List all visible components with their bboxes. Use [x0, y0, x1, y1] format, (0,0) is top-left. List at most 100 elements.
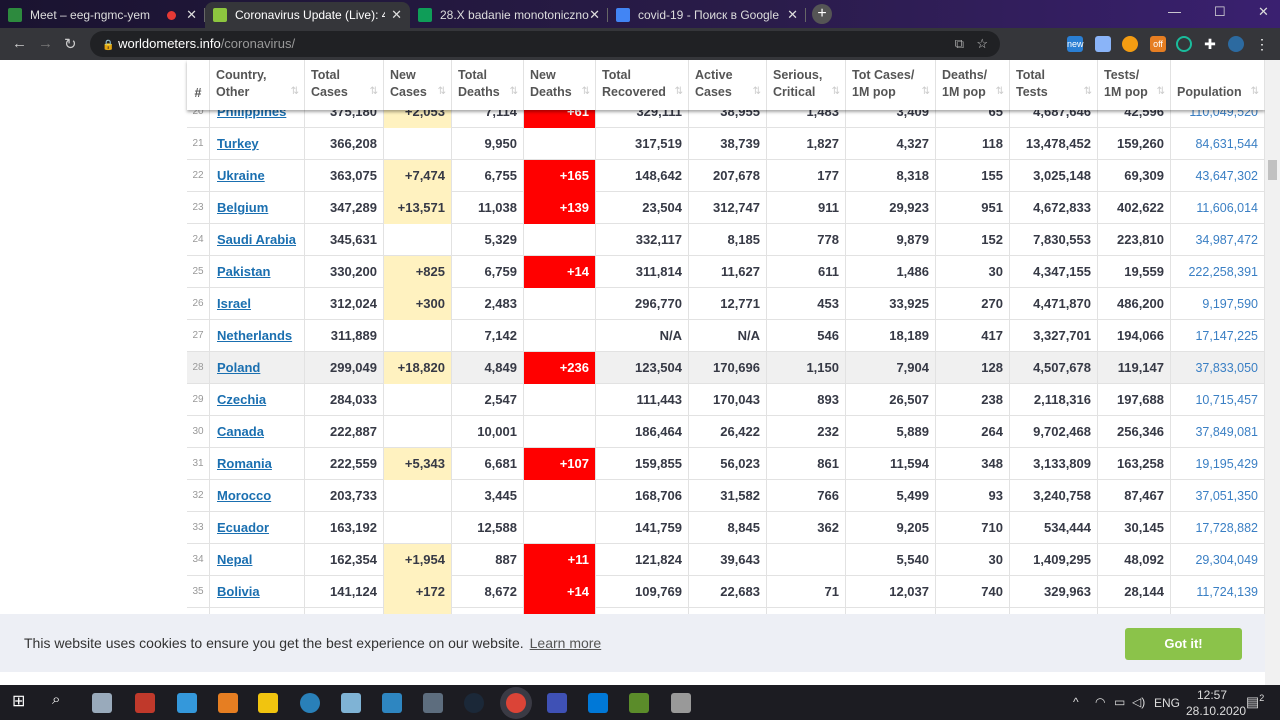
- notifications-icon[interactable]: ▤2: [1246, 693, 1264, 711]
- start-icon[interactable]: ⊞: [12, 691, 32, 711]
- maximize-button[interactable]: ☐: [1214, 4, 1226, 20]
- back-icon[interactable]: ←: [12, 35, 27, 52]
- wifi-icon[interactable]: ◠: [1095, 695, 1105, 709]
- new-tab-button[interactable]: +: [812, 4, 832, 24]
- country-cell[interactable]: Bolivia: [210, 576, 305, 608]
- sort-icon[interactable]: ⇅: [1251, 83, 1259, 100]
- sort-icon[interactable]: ⇅: [582, 83, 590, 100]
- forward-icon[interactable]: →: [38, 35, 53, 52]
- sort-icon[interactable]: ⇅: [291, 83, 299, 100]
- extension-play-icon[interactable]: [1122, 36, 1138, 52]
- tab-3[interactable]: covid-19 - Поиск в Google ✕: [608, 2, 806, 28]
- country-cell[interactable]: Netherlands: [210, 320, 305, 352]
- minimize-button[interactable]: —: [1168, 4, 1181, 19]
- sort-icon[interactable]: ⇅: [1157, 83, 1165, 100]
- language-indicator[interactable]: ENG: [1154, 696, 1180, 710]
- sort-icon[interactable]: ⇅: [370, 83, 378, 100]
- taskbar-app-icon[interactable]: [547, 693, 567, 713]
- sort-icon[interactable]: ⇅: [510, 83, 518, 100]
- tray-chevron-icon[interactable]: ^: [1073, 695, 1079, 709]
- country-cell[interactable]: Romania: [210, 448, 305, 480]
- header-new-deaths[interactable]: New Deaths ⇅: [524, 60, 596, 110]
- extension-circle-icon[interactable]: [1176, 36, 1192, 52]
- taskbar-store-icon[interactable]: [588, 693, 608, 713]
- sort-icon[interactable]: ⇅: [1084, 83, 1092, 100]
- extension-off-icon[interactable]: off: [1150, 36, 1166, 52]
- sort-icon[interactable]: ⇅: [832, 83, 840, 100]
- header-country[interactable]: Country, Other ⇅: [210, 60, 305, 110]
- country-cell[interactable]: Poland: [210, 352, 305, 384]
- taskbar-steam-icon[interactable]: [464, 693, 484, 713]
- taskbar-app-icon[interactable]: [671, 693, 691, 713]
- address-bar[interactable]: 🔒 worldometers.info/coronavirus/ ⧉ ☆: [90, 31, 1000, 57]
- menu-icon[interactable]: ⋮: [1254, 36, 1270, 52]
- bookmark-star-icon[interactable]: ☆: [976, 31, 988, 57]
- header-total-cases[interactable]: Total Cases ⇅: [305, 60, 384, 110]
- country-cell[interactable]: Israel: [210, 288, 305, 320]
- extension-new-icon[interactable]: new: [1067, 36, 1084, 52]
- vertical-scrollbar[interactable]: [1265, 60, 1280, 685]
- taskbar-sublime-icon[interactable]: [218, 693, 238, 713]
- country-cell[interactable]: Turkey: [210, 128, 305, 160]
- row-number-cell: 32: [187, 480, 210, 512]
- profile-avatar[interactable]: [1228, 36, 1244, 52]
- taskbar-winrar-icon[interactable]: [135, 693, 155, 713]
- sort-icon[interactable]: ⇅: [922, 83, 930, 100]
- country-cell[interactable]: Canada: [210, 416, 305, 448]
- header-serious-critical[interactable]: Serious, Critical ⇅: [767, 60, 846, 110]
- close-window-button[interactable]: ✕: [1258, 4, 1269, 20]
- taskbar-telegram-icon[interactable]: [300, 693, 320, 713]
- search-icon[interactable]: ⌕: [52, 691, 72, 711]
- country-cell[interactable]: Saudi Arabia: [210, 224, 305, 256]
- taskbar-chrome-icon[interactable]: [506, 693, 526, 713]
- table-row: 28 Poland 299,049 +18,820 4,849 +236 123,504 17…: [187, 352, 1265, 384]
- taskbar-explorer-icon[interactable]: [258, 693, 278, 713]
- country-cell[interactable]: Ukraine: [210, 160, 305, 192]
- tab-0[interactable]: Meet – eeg-ngmc-yem ✕: [0, 2, 205, 28]
- extensions-puzzle-icon[interactable]: ✚: [1202, 36, 1218, 52]
- new-cases-cell: [384, 384, 452, 416]
- header-total-recovered[interactable]: Total Recovered ⇅: [596, 60, 689, 110]
- header-deaths-per-million[interactable]: Deaths/ 1M pop ⇅: [936, 60, 1010, 110]
- country-cell[interactable]: Pakistan: [210, 256, 305, 288]
- taskbar-app-icon[interactable]: [341, 693, 361, 713]
- header-active-cases[interactable]: Active Cases ⇅: [689, 60, 767, 110]
- header-population[interactable]: Population ⇅: [1171, 60, 1265, 110]
- country-cell[interactable]: Ecuador: [210, 512, 305, 544]
- sort-icon[interactable]: ⇅: [753, 83, 761, 100]
- taskbar-app-icon[interactable]: [423, 693, 443, 713]
- sort-icon[interactable]: ⇅: [438, 83, 446, 100]
- volume-icon[interactable]: ◁): [1132, 695, 1145, 709]
- header-tests-per-million[interactable]: Tests/ 1M pop ⇅: [1098, 60, 1171, 110]
- sort-icon[interactable]: ⇅: [675, 83, 683, 100]
- taskbar-mail-icon[interactable]: [382, 693, 402, 713]
- header-total-deaths[interactable]: Total Deaths ⇅: [452, 60, 524, 110]
- taskbar-app-icon[interactable]: [92, 693, 112, 713]
- battery-icon[interactable]: ▭: [1114, 695, 1125, 709]
- country-cell[interactable]: Morocco: [210, 480, 305, 512]
- header-cases-per-million[interactable]: Tot Cases/ 1M pop ⇅: [846, 60, 936, 110]
- tab-1[interactable]: Coronavirus Update (Live): 44,35 ✕: [205, 2, 410, 28]
- reload-icon[interactable]: ↻: [64, 35, 77, 53]
- country-cell[interactable]: Belgium: [210, 192, 305, 224]
- header-row-number[interactable]: #: [187, 60, 210, 110]
- header-total-tests[interactable]: Total Tests ⇅: [1010, 60, 1098, 110]
- tab-close-icon[interactable]: ✕: [186, 7, 197, 23]
- translate-icon[interactable]: ⧉: [955, 31, 964, 57]
- taskbar-minecraft-icon[interactable]: [629, 693, 649, 713]
- tab-close-icon[interactable]: ✕: [391, 7, 402, 23]
- tab-close-icon[interactable]: ✕: [589, 7, 600, 23]
- country-cell[interactable]: Nepal: [210, 544, 305, 576]
- accept-cookies-button[interactable]: Got it!: [1125, 628, 1242, 660]
- scrollbar-thumb[interactable]: [1268, 160, 1277, 180]
- sort-icon[interactable]: ⇅: [996, 83, 1004, 100]
- header-new-cases[interactable]: New Cases ⇅: [384, 60, 452, 110]
- clock-time[interactable]: 12:57: [1197, 688, 1227, 702]
- clock-date[interactable]: 28.10.2020: [1186, 704, 1246, 718]
- taskbar-app-icon[interactable]: [177, 693, 197, 713]
- learn-more-link[interactable]: Learn more: [530, 635, 602, 651]
- country-cell[interactable]: Czechia: [210, 384, 305, 416]
- tab-2[interactable]: 28.X badanie monotoniczności ✕: [410, 2, 608, 28]
- tab-close-icon[interactable]: ✕: [787, 7, 798, 23]
- extension-burst-icon[interactable]: [1095, 36, 1111, 52]
